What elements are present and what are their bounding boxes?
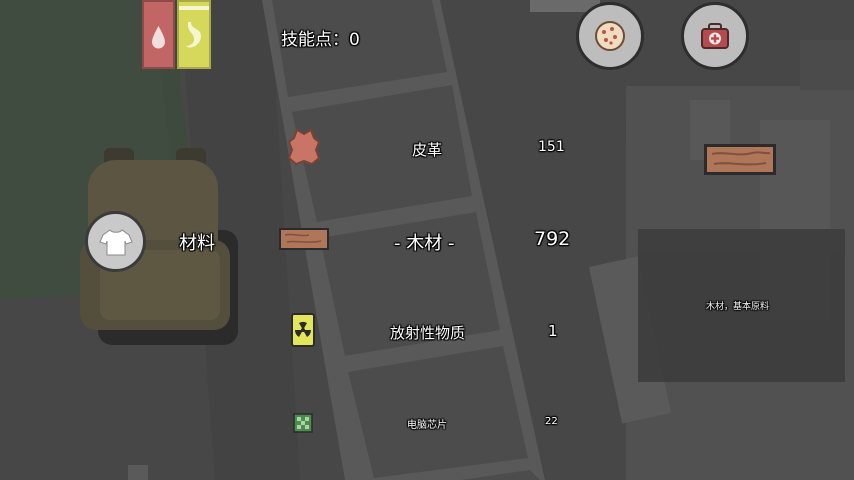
item-name: 放射性物质 <box>390 324 466 342</box>
item-name: 皮革 <box>412 141 443 159</box>
item-name: 电脑芯片 <box>407 420 447 431</box>
chip-icon <box>293 413 313 433</box>
skill-points-label: 技能点：0 <box>281 30 360 50</box>
leather-icon <box>288 128 320 166</box>
radioactive-icon <box>291 313 315 347</box>
stomach-icon <box>179 6 209 48</box>
category-shirt-button[interactable] <box>85 211 146 272</box>
water-drop-icon <box>152 26 165 49</box>
shirt-icon <box>98 228 133 255</box>
category-label: 材料 <box>179 233 215 254</box>
item-count: 792 <box>534 228 571 250</box>
wood-plank-icon <box>279 228 329 250</box>
detail-wood-plank-icon <box>704 144 776 175</box>
item-count: 1 <box>548 322 558 340</box>
inventory-item-leather[interactable]: 皮革 151 <box>270 125 590 175</box>
item-count: 151 <box>538 139 565 155</box>
medkit-button[interactable] <box>681 2 749 70</box>
item-count: 22 <box>545 416 558 427</box>
inventory-item-chip[interactable]: 电脑芯片 22 <box>270 400 590 445</box>
medkit-icon <box>701 23 729 49</box>
inventory-item-wood[interactable]: - 木材 - 792 <box>270 215 590 265</box>
food-button[interactable] <box>576 2 644 70</box>
hunger-bar <box>177 0 211 69</box>
cookie-icon <box>595 21 625 51</box>
inventory-item-radioactive[interactable]: 放射性物质 1 <box>270 307 590 357</box>
thirst-bar <box>142 0 175 69</box>
item-detail-panel: 木材，基本原料 <box>638 229 845 382</box>
item-description: 木材，基本原料 <box>706 302 770 312</box>
item-name: - 木材 - <box>394 233 455 254</box>
